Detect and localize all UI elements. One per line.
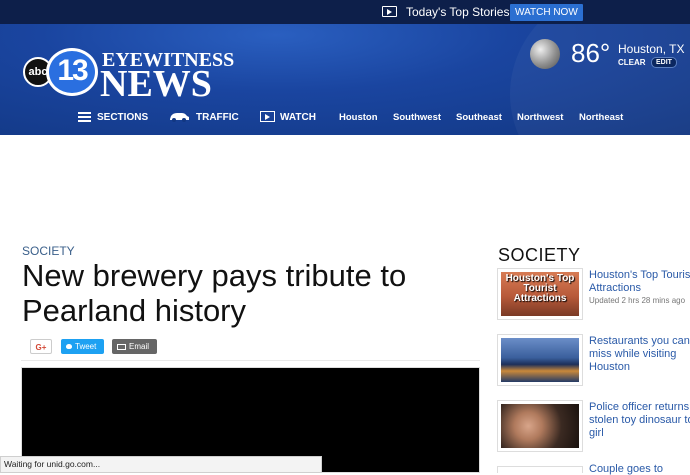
top-stories-label[interactable]: Today's Top Stories — [406, 5, 509, 19]
story-thumbnail[interactable] — [497, 466, 583, 473]
nav-region-southwest[interactable]: Southwest — [393, 112, 441, 123]
weather-edit-button[interactable]: EDIT — [651, 57, 677, 68]
top-stories-bar: Today's Top Stories WATCH NOW — [0, 0, 690, 24]
sidebar-title: SOCIETY — [498, 245, 581, 265]
story-title[interactable]: Houston's Top Tourist Attractions — [589, 269, 690, 295]
twitter-bird-icon — [66, 344, 72, 350]
sidebar-story[interactable]: Houston's Top Tourist Attractions Housto… — [497, 268, 690, 324]
story-thumbnail[interactable]: Houston's Top Tourist Attractions — [497, 268, 583, 320]
browser-status-bar: Waiting for unid.go.com... — [0, 456, 322, 473]
main-nav: SECTIONS TRAFFIC WATCH Houston Southwest… — [0, 110, 690, 128]
nav-region-northwest[interactable]: Northwest — [517, 112, 563, 123]
story-updated: Updated 2 hrs 28 mins ago — [589, 296, 686, 305]
sidebar-story[interactable]: Police officer returns stolen toy dinosa… — [497, 400, 690, 456]
nav-sections[interactable]: SECTIONS — [97, 112, 148, 123]
weather-condition: CLEAR — [618, 58, 646, 67]
story-title[interactable]: Couple goes to — [589, 463, 663, 475]
article-category[interactable]: SOCIETY — [22, 244, 75, 258]
divider — [21, 360, 480, 361]
tweet-button[interactable]: Tweet — [61, 339, 104, 354]
moon-icon[interactable] — [530, 39, 560, 69]
story-thumbnail[interactable] — [497, 334, 583, 386]
thumbnail-text: Houston's Top Tourist Attractions — [501, 272, 579, 316]
email-share-button[interactable]: Email — [112, 339, 157, 354]
nav-region-houston[interactable]: Houston — [339, 112, 378, 123]
thumbnail-image — [501, 404, 579, 448]
google-plus-share-button[interactable]: G+ — [30, 339, 52, 354]
nav-region-northeast[interactable]: Northeast — [579, 112, 623, 123]
tweet-label: Tweet — [75, 342, 97, 351]
sidebar-story[interactable]: Restaurants you can't miss while visitin… — [497, 334, 690, 390]
article-headline: New brewery pays tribute to Pearland his… — [22, 258, 407, 328]
weather-city[interactable]: Houston, TX — [618, 42, 684, 56]
story-title[interactable]: Restaurants you can't miss while visitin… — [589, 335, 690, 374]
channel-13-logo: 13 — [46, 48, 98, 96]
story-thumbnail[interactable] — [497, 400, 583, 452]
story-title[interactable]: Police officer returns stolen toy dinosa… — [589, 401, 690, 440]
nav-watch[interactable]: WATCH — [280, 112, 316, 123]
thumbnail-image — [501, 338, 579, 382]
weather-temperature[interactable]: 86° — [571, 38, 610, 69]
play-icon[interactable] — [382, 6, 397, 17]
email-label: Email — [129, 342, 150, 351]
nav-traffic[interactable]: TRAFFIC — [196, 112, 239, 123]
logo-news-text: NEWS — [100, 63, 212, 105]
watch-now-button[interactable]: WATCH NOW — [510, 4, 583, 21]
nav-region-southeast[interactable]: Southeast — [456, 112, 502, 123]
envelope-icon — [117, 343, 126, 350]
